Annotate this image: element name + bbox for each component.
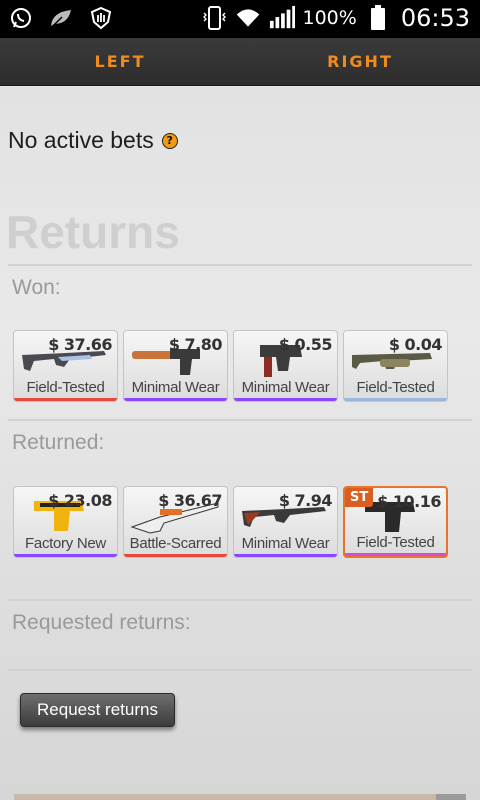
item-wear: Minimal Wear bbox=[131, 379, 220, 396]
item-price: $ 36.67 bbox=[158, 491, 222, 510]
help-icon[interactable]: ? bbox=[161, 132, 178, 149]
rarity-bar bbox=[234, 398, 337, 401]
tab-left[interactable]: LEFT bbox=[0, 38, 240, 85]
rarity-bar bbox=[234, 554, 337, 557]
returned-item-3[interactable]: $ 7.94 Minimal Wear bbox=[233, 486, 338, 558]
item-wear: Field-Tested bbox=[26, 379, 105, 396]
rarity-bar bbox=[345, 553, 446, 556]
item-wear: Minimal Wear bbox=[241, 535, 330, 552]
item-wear: Field-Tested bbox=[356, 379, 435, 396]
won-item-3[interactable]: $ 0.55 Minimal Wear bbox=[233, 330, 338, 402]
tab-right[interactable]: RIGHT bbox=[240, 38, 480, 85]
system-status: 100% 06:53 bbox=[201, 4, 470, 32]
returned-item-2[interactable]: $ 36.67 Battle-Scarred bbox=[123, 486, 228, 558]
returned-item-1[interactable]: $ 23.08 Factory New bbox=[13, 486, 118, 558]
returns-content[interactable]: No active bets ? Returns Won: $ 37.66 Fi… bbox=[0, 87, 480, 800]
rarity-bar bbox=[344, 398, 447, 401]
item-wear: Field-Tested bbox=[356, 534, 435, 551]
wifi-icon bbox=[235, 5, 261, 31]
rarity-bar bbox=[14, 398, 117, 401]
item-price: $ 0.55 bbox=[278, 335, 333, 354]
returned-section: Returned: $ 23.08 Factory New $ 36.67 Ba… bbox=[8, 419, 472, 599]
bets-status: No active bets ? bbox=[8, 127, 178, 154]
leaf-icon bbox=[48, 5, 74, 31]
item-price: $ 10.16 bbox=[377, 492, 441, 511]
item-price: $ 0.04 bbox=[388, 335, 443, 354]
requested-label: Requested returns: bbox=[12, 611, 191, 634]
requested-section: Requested returns: bbox=[8, 599, 472, 671]
item-price: $ 7.80 bbox=[168, 335, 223, 354]
no-bets-text: No active bets bbox=[8, 127, 154, 153]
item-price: $ 23.08 bbox=[48, 491, 112, 510]
item-wear: Minimal Wear bbox=[241, 379, 330, 396]
whatsapp-icon bbox=[8, 5, 34, 31]
item-price: $ 37.66 bbox=[48, 335, 112, 354]
battery-percent: 100% bbox=[302, 7, 357, 29]
bottom-strip-end bbox=[436, 794, 466, 800]
battery-icon bbox=[365, 5, 391, 31]
returns-title: Returns bbox=[6, 206, 180, 258]
item-wear: Factory New bbox=[25, 535, 106, 552]
clock: 06:53 bbox=[400, 4, 470, 32]
signal-icon bbox=[269, 5, 295, 31]
stattrak-badge: ST bbox=[345, 488, 374, 507]
request-returns-button[interactable]: Request returns bbox=[20, 693, 175, 727]
won-item-2[interactable]: $ 7.80 Minimal Wear bbox=[123, 330, 228, 402]
bottom-strip bbox=[14, 794, 466, 800]
won-item-4[interactable]: $ 0.04 Field-Tested bbox=[343, 330, 448, 402]
returned-label: Returned: bbox=[12, 431, 105, 454]
item-wear: Battle-Scarred bbox=[129, 535, 222, 552]
status-bar: 100% 06:53 bbox=[0, 0, 480, 38]
rarity-bar bbox=[14, 554, 117, 557]
shield-hand-icon bbox=[88, 5, 114, 31]
won-section: Won: $ 37.66 Field-Tested $ 7.80 Minimal… bbox=[8, 264, 472, 419]
rarity-bar bbox=[124, 398, 227, 401]
vibrate-icon bbox=[201, 5, 227, 31]
item-price: $ 7.94 bbox=[278, 491, 333, 510]
notification-icons bbox=[8, 5, 114, 31]
won-label: Won: bbox=[12, 276, 61, 299]
rarity-bar bbox=[124, 554, 227, 557]
won-item-1[interactable]: $ 37.66 Field-Tested bbox=[13, 330, 118, 402]
returned-item-4[interactable]: ST $ 10.16 Field-Tested bbox=[343, 486, 448, 558]
tab-bar: LEFT RIGHT bbox=[0, 38, 480, 86]
